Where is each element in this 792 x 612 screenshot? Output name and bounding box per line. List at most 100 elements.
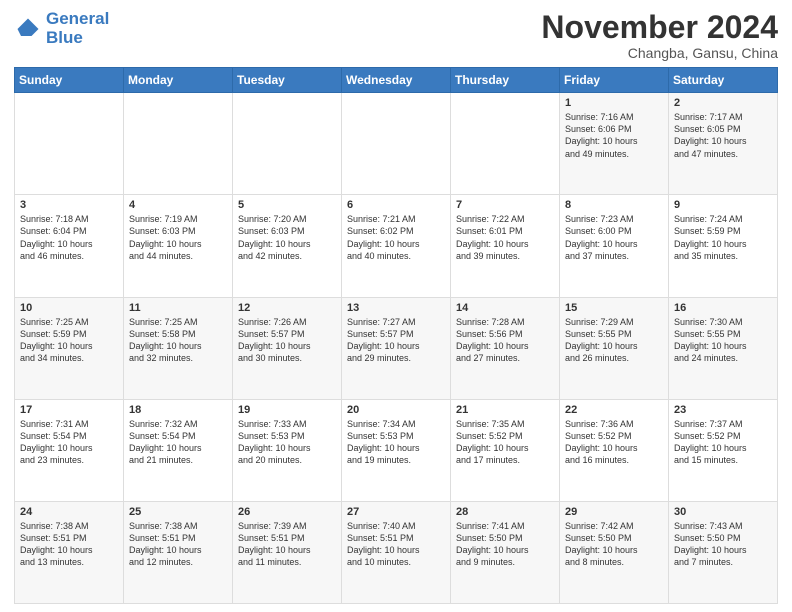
day-number: 29 — [565, 506, 663, 518]
location-subtitle: Changba, Gansu, China — [541, 45, 778, 61]
calendar-cell — [342, 93, 451, 195]
day-number: 22 — [565, 404, 663, 416]
calendar-cell — [451, 93, 560, 195]
day-info: Sunrise: 7:35 AM Sunset: 5:52 PM Dayligh… — [456, 418, 554, 467]
day-info: Sunrise: 7:28 AM Sunset: 5:56 PM Dayligh… — [456, 316, 554, 365]
title-block: November 2024 Changba, Gansu, China — [541, 10, 778, 61]
day-number: 8 — [565, 199, 663, 211]
month-title: November 2024 — [541, 10, 778, 45]
day-number: 18 — [129, 404, 227, 416]
day-info: Sunrise: 7:37 AM Sunset: 5:52 PM Dayligh… — [674, 418, 772, 467]
week-row-4: 17 Sunrise: 7:31 AM Sunset: 5:54 PM Dayli… — [15, 399, 778, 501]
day-info: Sunrise: 7:29 AM Sunset: 5:55 PM Dayligh… — [565, 316, 663, 365]
day-number: 9 — [674, 199, 772, 211]
day-number: 20 — [347, 404, 445, 416]
day-number: 26 — [238, 506, 336, 518]
logo-line1: General — [46, 9, 109, 28]
day-info: Sunrise: 7:22 AM Sunset: 6:01 PM Dayligh… — [456, 213, 554, 262]
week-row-5: 24 Sunrise: 7:38 AM Sunset: 5:51 PM Dayli… — [15, 501, 778, 603]
day-info: Sunrise: 7:30 AM Sunset: 5:55 PM Dayligh… — [674, 316, 772, 365]
day-number: 2 — [674, 97, 772, 109]
calendar-cell: 27 Sunrise: 7:40 AM Sunset: 5:51 PM Dayli… — [342, 501, 451, 603]
day-number: 10 — [20, 302, 118, 314]
day-info: Sunrise: 7:39 AM Sunset: 5:51 PM Dayligh… — [238, 520, 336, 569]
calendar-cell: 11Sunrise: 7:25 AM Sunset: 5:58 PM Dayli… — [124, 297, 233, 399]
day-info: Sunrise: 7:32 AM Sunset: 5:54 PM Dayligh… — [129, 418, 227, 467]
day-info: Sunrise: 7:19 AM Sunset: 6:03 PM Dayligh… — [129, 213, 227, 262]
calendar-cell: 24 Sunrise: 7:38 AM Sunset: 5:51 PM Dayli… — [15, 501, 124, 603]
calendar-cell — [15, 93, 124, 195]
day-number: 28 — [456, 506, 554, 518]
day-number: 16 — [674, 302, 772, 314]
weekday-header-row: SundayMondayTuesdayWednesdayThursdayFrid… — [15, 68, 778, 93]
calendar-cell: 22 Sunrise: 7:36 AM Sunset: 5:52 PM Dayli… — [560, 399, 669, 501]
calendar-cell: 19 Sunrise: 7:33 AM Sunset: 5:53 PM Dayli… — [233, 399, 342, 501]
logo-icon — [14, 15, 42, 43]
calendar-cell: 14 Sunrise: 7:28 AM Sunset: 5:56 PM Dayli… — [451, 297, 560, 399]
day-info: Sunrise: 7:17 AM Sunset: 6:05 PM Dayligh… — [674, 111, 772, 160]
weekday-header-monday: Monday — [124, 68, 233, 93]
week-row-3: 10Sunrise: 7:25 AM Sunset: 5:59 PM Dayli… — [15, 297, 778, 399]
day-info: Sunrise: 7:33 AM Sunset: 5:53 PM Dayligh… — [238, 418, 336, 467]
day-info: Sunrise: 7:43 AM Sunset: 5:50 PM Dayligh… — [674, 520, 772, 569]
day-number: 11 — [129, 302, 227, 314]
calendar-cell: 26 Sunrise: 7:39 AM Sunset: 5:51 PM Dayli… — [233, 501, 342, 603]
calendar-cell: 7 Sunrise: 7:22 AM Sunset: 6:01 PM Daylig… — [451, 195, 560, 297]
calendar-cell: 13Sunrise: 7:27 AM Sunset: 5:57 PM Dayli… — [342, 297, 451, 399]
day-number: 15 — [565, 302, 663, 314]
weekday-header-wednesday: Wednesday — [342, 68, 451, 93]
day-info: Sunrise: 7:18 AM Sunset: 6:04 PM Dayligh… — [20, 213, 118, 262]
day-info: Sunrise: 7:21 AM Sunset: 6:02 PM Dayligh… — [347, 213, 445, 262]
logo-text: General Blue — [46, 10, 109, 47]
day-number: 7 — [456, 199, 554, 211]
calendar-cell: 2 Sunrise: 7:17 AM Sunset: 6:05 PM Daylig… — [669, 93, 778, 195]
day-info: Sunrise: 7:24 AM Sunset: 5:59 PM Dayligh… — [674, 213, 772, 262]
calendar-cell: 29 Sunrise: 7:42 AM Sunset: 5:50 PM Dayli… — [560, 501, 669, 603]
day-number: 12 — [238, 302, 336, 314]
calendar-cell: 9 Sunrise: 7:24 AM Sunset: 5:59 PM Daylig… — [669, 195, 778, 297]
day-info: Sunrise: 7:38 AM Sunset: 5:51 PM Dayligh… — [129, 520, 227, 569]
calendar-cell: 3 Sunrise: 7:18 AM Sunset: 6:04 PM Daylig… — [15, 195, 124, 297]
day-number: 1 — [565, 97, 663, 109]
day-number: 19 — [238, 404, 336, 416]
day-info: Sunrise: 7:40 AM Sunset: 5:51 PM Dayligh… — [347, 520, 445, 569]
day-number: 5 — [238, 199, 336, 211]
day-number: 3 — [20, 199, 118, 211]
day-number: 23 — [674, 404, 772, 416]
calendar-cell: 17 Sunrise: 7:31 AM Sunset: 5:54 PM Dayli… — [15, 399, 124, 501]
calendar-cell: 16 Sunrise: 7:30 AM Sunset: 5:55 PM Dayli… — [669, 297, 778, 399]
weekday-header-thursday: Thursday — [451, 68, 560, 93]
day-info: Sunrise: 7:36 AM Sunset: 5:52 PM Dayligh… — [565, 418, 663, 467]
calendar-cell: 18 Sunrise: 7:32 AM Sunset: 5:54 PM Dayli… — [124, 399, 233, 501]
day-info: Sunrise: 7:42 AM Sunset: 5:50 PM Dayligh… — [565, 520, 663, 569]
calendar-table: SundayMondayTuesdayWednesdayThursdayFrid… — [14, 67, 778, 604]
day-number: 4 — [129, 199, 227, 211]
day-number: 14 — [456, 302, 554, 314]
day-info: Sunrise: 7:38 AM Sunset: 5:51 PM Dayligh… — [20, 520, 118, 569]
calendar-cell: 21Sunrise: 7:35 AM Sunset: 5:52 PM Dayli… — [451, 399, 560, 501]
calendar-cell: 20Sunrise: 7:34 AM Sunset: 5:53 PM Dayli… — [342, 399, 451, 501]
day-number: 24 — [20, 506, 118, 518]
day-info: Sunrise: 7:16 AM Sunset: 6:06 PM Dayligh… — [565, 111, 663, 160]
calendar-cell: 15 Sunrise: 7:29 AM Sunset: 5:55 PM Dayli… — [560, 297, 669, 399]
week-row-2: 3 Sunrise: 7:18 AM Sunset: 6:04 PM Daylig… — [15, 195, 778, 297]
week-row-1: 1 Sunrise: 7:16 AM Sunset: 6:06 PM Daylig… — [15, 93, 778, 195]
calendar-cell: 1 Sunrise: 7:16 AM Sunset: 6:06 PM Daylig… — [560, 93, 669, 195]
weekday-header-tuesday: Tuesday — [233, 68, 342, 93]
day-number: 6 — [347, 199, 445, 211]
calendar-cell: 12 Sunrise: 7:26 AM Sunset: 5:57 PM Dayli… — [233, 297, 342, 399]
weekday-header-friday: Friday — [560, 68, 669, 93]
day-number: 13 — [347, 302, 445, 314]
day-info: Sunrise: 7:26 AM Sunset: 5:57 PM Dayligh… — [238, 316, 336, 365]
day-number: 30 — [674, 506, 772, 518]
calendar-cell: 28Sunrise: 7:41 AM Sunset: 5:50 PM Dayli… — [451, 501, 560, 603]
weekday-header-saturday: Saturday — [669, 68, 778, 93]
day-info: Sunrise: 7:31 AM Sunset: 5:54 PM Dayligh… — [20, 418, 118, 467]
day-number: 27 — [347, 506, 445, 518]
header: General Blue November 2024 Changba, Gans… — [14, 10, 778, 61]
calendar-cell — [124, 93, 233, 195]
calendar-cell: 23 Sunrise: 7:37 AM Sunset: 5:52 PM Dayli… — [669, 399, 778, 501]
calendar-cell: 8Sunrise: 7:23 AM Sunset: 6:00 PM Daylig… — [560, 195, 669, 297]
calendar-cell: 25Sunrise: 7:38 AM Sunset: 5:51 PM Dayli… — [124, 501, 233, 603]
day-number: 17 — [20, 404, 118, 416]
